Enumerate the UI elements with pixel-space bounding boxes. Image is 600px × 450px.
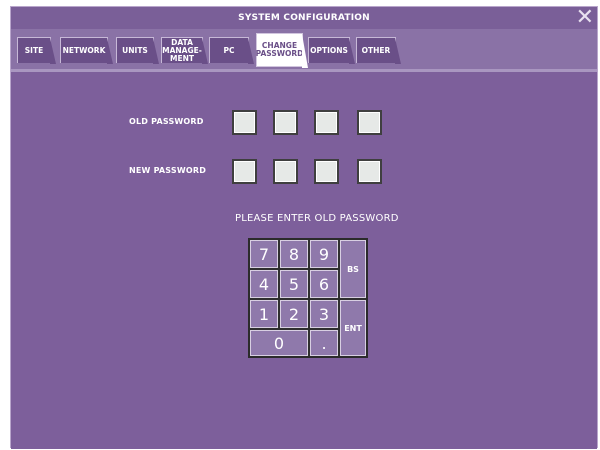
key-5[interactable]: 5 <box>280 270 308 298</box>
numeric-keypad: 7 8 9 BS 4 5 6 1 2 3 ENT 0 . <box>248 238 368 358</box>
key-4[interactable]: 4 <box>250 270 278 298</box>
tab-units[interactable]: UNITS <box>116 37 159 64</box>
key-0[interactable]: 0 <box>250 330 308 356</box>
new-password-digit-3[interactable] <box>314 159 339 184</box>
key-decimal[interactable]: . <box>310 330 338 356</box>
instruction-text: PLEASE ENTER OLD PASSWORD <box>235 213 399 224</box>
system-configuration-window: SYSTEM CONFIGURATION ✕ SITE NETWORK UNIT… <box>10 6 598 449</box>
tab-other[interactable]: OTHER <box>356 37 401 64</box>
window-title: SYSTEM CONFIGURATION <box>238 13 370 23</box>
new-password-digit-1[interactable] <box>232 159 257 184</box>
tab-options[interactable]: OPTIONS <box>308 37 355 64</box>
old-password-digit-3[interactable] <box>314 110 339 135</box>
tab-network[interactable]: NETWORK <box>60 37 113 64</box>
new-password-digit-4[interactable] <box>357 159 382 184</box>
tab-bar: SITE NETWORK UNITS DATA MANAGE- MENT PC … <box>11 29 597 72</box>
old-password-digit-2[interactable] <box>273 110 298 135</box>
old-password-digit-1[interactable] <box>232 110 257 135</box>
key-7[interactable]: 7 <box>250 240 278 268</box>
key-8[interactable]: 8 <box>280 240 308 268</box>
tab-data-management[interactable]: DATA MANAGE- MENT <box>161 37 208 64</box>
key-1[interactable]: 1 <box>250 300 278 328</box>
key-backspace[interactable]: BS <box>340 240 366 298</box>
tab-change-password[interactable]: CHANGE PASSWORD <box>256 33 308 68</box>
title-bar: SYSTEM CONFIGURATION ✕ <box>11 7 597 30</box>
close-icon[interactable]: ✕ <box>575 7 595 29</box>
tab-site[interactable]: SITE <box>17 37 56 64</box>
key-2[interactable]: 2 <box>280 300 308 328</box>
new-password-digit-2[interactable] <box>273 159 298 184</box>
new-password-label: NEW PASSWORD <box>129 166 207 175</box>
key-9[interactable]: 9 <box>310 240 338 268</box>
old-password-digit-4[interactable] <box>357 110 382 135</box>
key-6[interactable]: 6 <box>310 270 338 298</box>
key-3[interactable]: 3 <box>310 300 338 328</box>
change-password-panel: OLD PASSWORD NEW PASSWORD PLEASE ENTER O… <box>11 72 597 449</box>
tab-pc[interactable]: PC <box>209 37 254 64</box>
old-password-label: OLD PASSWORD <box>129 117 204 126</box>
key-enter[interactable]: ENT <box>340 300 366 356</box>
